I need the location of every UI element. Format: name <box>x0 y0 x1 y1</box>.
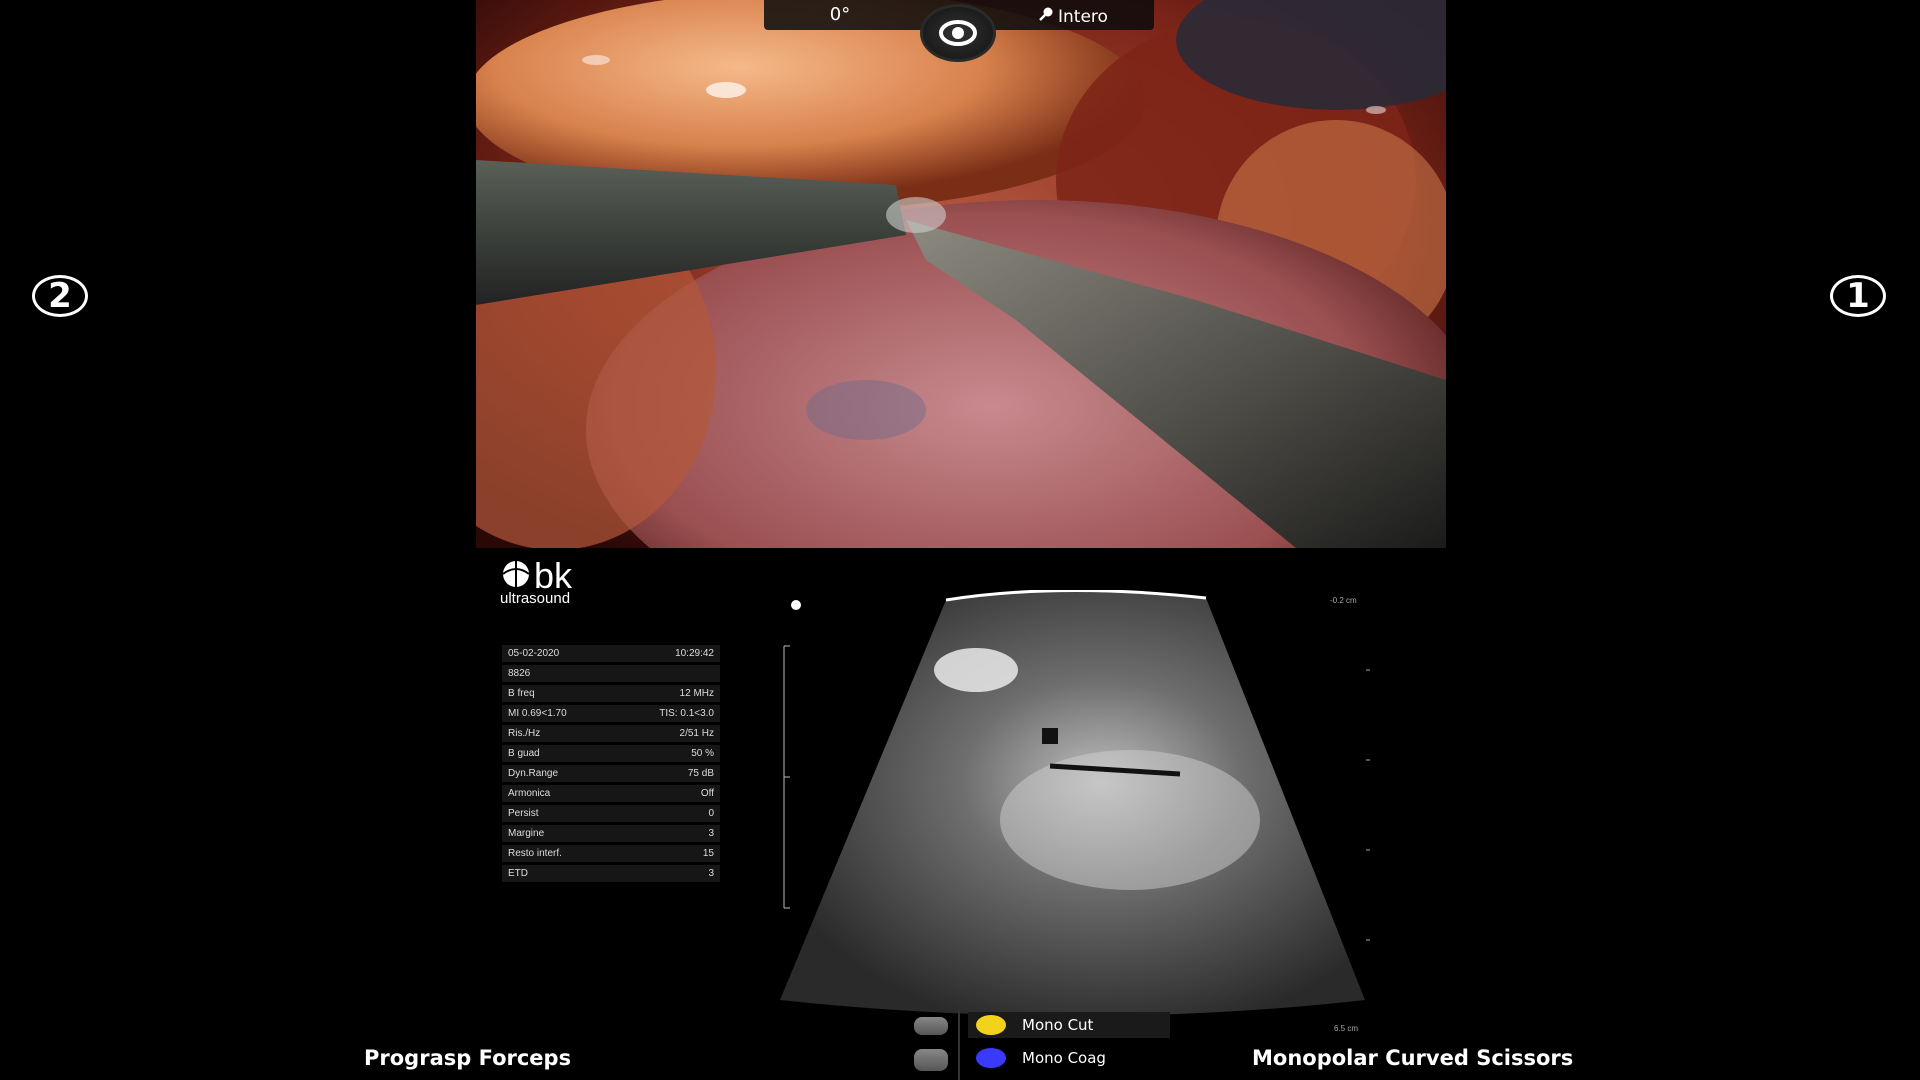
camera-eye-icon[interactable] <box>920 4 996 62</box>
zoom-label: Intero <box>1058 6 1108 27</box>
bk-ultrasound-logo: bk ultrasound <box>500 555 573 608</box>
mono-coag-label: Mono Coag <box>1022 1049 1106 1067</box>
scope-angle-readout: 0° <box>829 4 851 25</box>
ultrasound-param-label: MI 0.69<1.70 <box>508 708 567 719</box>
ultrasound-param-value: TIS: 0.1<3.0 <box>659 708 714 719</box>
ultrasound-param-value: 0 <box>708 808 714 819</box>
ultrasound-param-label: Armonica <box>508 788 551 799</box>
bk-brand-sub: ultrasound <box>500 590 571 607</box>
depth-label-bottom: 6.5 cm <box>1334 1024 1359 1033</box>
ultrasound-param-label: B freq <box>508 688 535 699</box>
ultrasound-param-row: Margine 3 <box>502 825 720 842</box>
bk-brand: bk <box>534 555 573 596</box>
ultrasound-param-value: 75 dB <box>687 768 714 779</box>
ultrasound-param-label: 8826 <box>508 668 531 679</box>
mono-coag-indicator-icon <box>976 1048 1006 1068</box>
mono-cut-indicator-icon <box>976 1015 1006 1035</box>
ultrasound-param-label: B guad <box>508 748 540 759</box>
ultrasound-param-value: 3 <box>708 828 714 839</box>
arm-2-indicator: 2 <box>32 275 88 317</box>
energy-divider <box>958 1010 960 1080</box>
ultrasound-param-label: Persist <box>508 808 539 819</box>
ultrasound-param-value: 50 % <box>691 748 714 759</box>
ultrasound-param-label: ETD <box>508 868 528 879</box>
ultrasound-param-row: ETD 3 <box>502 865 720 882</box>
ultrasound-param-value: 10:29:42 <box>675 648 714 659</box>
zoom-readout: Intero <box>1038 6 1108 27</box>
cut-pedal-icon <box>914 1017 948 1035</box>
magnifier-icon <box>1038 6 1054 27</box>
ultrasound-param-row: Ris./Hz 2/51 Hz <box>502 725 720 742</box>
ultrasound-param-value: 15 <box>702 848 714 859</box>
bk-logo-icon <box>500 560 532 592</box>
right-instrument-label: Monopolar Curved Scissors <box>1252 1046 1574 1070</box>
ultrasound-param-row: 8826 <box>502 665 720 682</box>
ultrasound-param-value: 12 MHz <box>679 688 714 699</box>
ultrasound-param-label: Ris./Hz <box>508 728 541 739</box>
ultrasound-param-label: Dyn.Range <box>508 768 559 779</box>
depth-label-top: -0.2 cm <box>1330 596 1357 605</box>
ultrasound-param-row: B freq 12 MHz <box>502 685 720 702</box>
mono-cut-status: Mono Cut <box>968 1012 1170 1038</box>
ultrasound-image <box>760 588 1380 1020</box>
ultrasound-param-row: Dyn.Range 75 dB <box>502 765 720 782</box>
ultrasound-param-label: Resto interf. <box>508 848 562 859</box>
coag-pedal-icon <box>914 1049 948 1071</box>
left-instrument-label: Prograsp Forceps <box>364 1046 572 1070</box>
ultrasound-param-value: Off <box>700 788 714 799</box>
ultrasound-parameters: 05-02-2020 10:29:42 8826 B freq 12 MHz MI 0.6… <box>502 645 720 885</box>
ultrasound-param-row: B guad 50 % <box>502 745 720 762</box>
ultrasound-param-row: MI 0.69<1.70 TIS: 0.1<3.0 <box>502 705 720 722</box>
arm-1-indicator: 1 <box>1830 275 1886 317</box>
ultrasound-param-label: 05-02-2020 <box>508 648 560 659</box>
console-screen: 2 1 0° Intero bk ultrasound 05-02-2020 1… <box>0 0 1920 1080</box>
endoscope-view <box>476 0 1446 548</box>
ultrasound-param-value: 3 <box>708 868 714 879</box>
ultrasound-param-row: Armonica Off <box>502 785 720 802</box>
mono-coag-status: Mono Coag <box>968 1045 1168 1071</box>
mono-cut-label: Mono Cut <box>1022 1016 1094 1034</box>
ultrasound-param-row: Resto interf. 15 <box>502 845 720 862</box>
ultrasound-param-row: Persist 0 <box>502 805 720 822</box>
ultrasound-param-value: 2/51 Hz <box>679 728 714 739</box>
ultrasound-param-label: Margine <box>508 828 545 839</box>
ultrasound-param-row: 05-02-2020 10:29:42 <box>502 645 720 662</box>
